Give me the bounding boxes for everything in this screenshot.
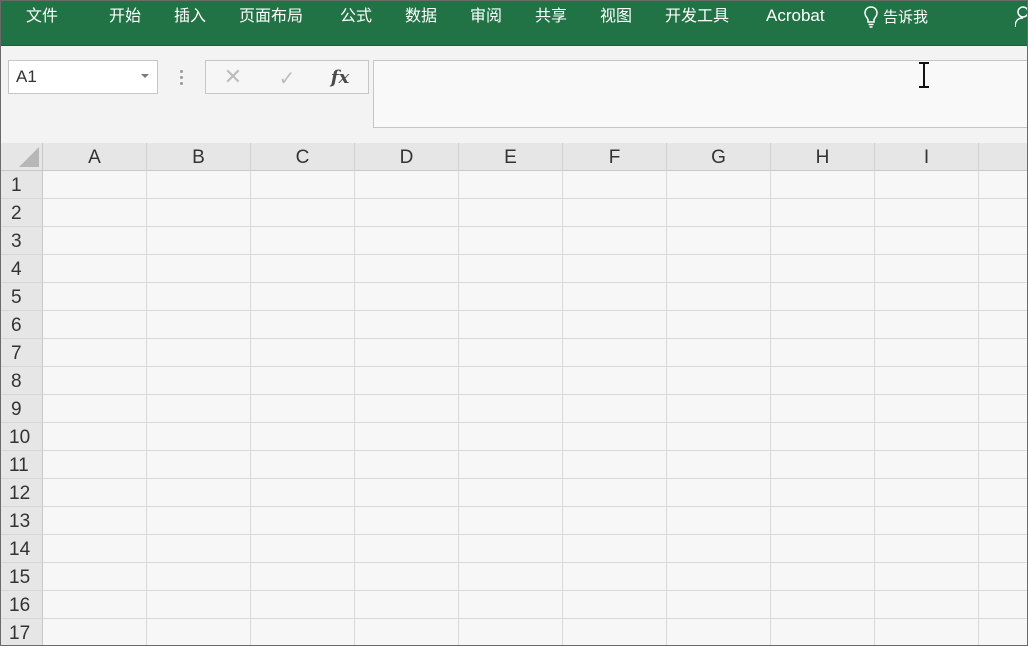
chevron-down-icon[interactable] [141, 74, 149, 78]
column-header-e[interactable]: E [459, 143, 563, 171]
ribbon-tab-bar: 文件 开始 插入 页面布局 公式 数据 审阅 共享 视图 开发工具 Acroba… [1, 1, 1027, 46]
row-header-5[interactable]: 5 [1, 283, 43, 311]
worksheet-grid: ABCDEFGHI 1 2 3 4 5 6 7 8 9 10 11 12 13 14 15 16 17 [1, 143, 1027, 645]
column-header-h[interactable]: H [771, 143, 875, 171]
row-header-17[interactable]: 17 [1, 619, 43, 645]
row-header-10[interactable]: 10 [1, 423, 43, 451]
row-header-9[interactable]: 9 [1, 395, 43, 423]
tab-page-layout[interactable]: 页面布局 [239, 4, 303, 28]
tab-insert[interactable]: 插入 [174, 4, 206, 28]
column-header-c[interactable]: C [251, 143, 355, 171]
row-header-14[interactable]: 14 [1, 535, 43, 563]
tab-review[interactable]: 审阅 [470, 4, 502, 28]
row-header-15[interactable]: 15 [1, 563, 43, 591]
row-header-3[interactable]: 3 [1, 227, 43, 255]
row-header-4[interactable]: 4 [1, 255, 43, 283]
row-header-8[interactable]: 8 [1, 367, 43, 395]
tab-home[interactable]: 开始 [109, 4, 141, 28]
formula-bar: A1 ✕ ✓ fx [1, 46, 1027, 143]
resize-grip-icon[interactable] [177, 70, 185, 86]
tell-me-label: 告诉我 [883, 8, 929, 26]
row-header-16[interactable]: 16 [1, 591, 43, 619]
select-all-button[interactable] [1, 143, 43, 171]
formula-buttons: ✕ ✓ fx [205, 60, 369, 94]
tell-me-search[interactable]: 告诉我 [863, 4, 928, 30]
tab-data[interactable]: 数据 [405, 4, 437, 28]
tab-share[interactable]: 共享 [535, 4, 567, 28]
column-header-f[interactable]: F [563, 143, 667, 171]
row-header-11[interactable]: 11 [1, 451, 43, 479]
lightbulb-icon [863, 5, 879, 29]
tab-formulas[interactable]: 公式 [340, 4, 372, 28]
row-header-6[interactable]: 6 [1, 311, 43, 339]
column-header-d[interactable]: D [355, 143, 459, 171]
name-box[interactable]: A1 [8, 60, 158, 94]
cancel-button[interactable]: ✕ [221, 66, 245, 90]
column-header-i[interactable]: I [875, 143, 979, 171]
tab-file[interactable]: 文件 [26, 4, 58, 28]
row-header-2[interactable]: 2 [1, 199, 43, 227]
cell-area[interactable] [43, 171, 1027, 645]
column-header-partial[interactable] [979, 143, 1027, 171]
row-header-1[interactable]: 1 [1, 171, 43, 199]
row-header-13[interactable]: 13 [1, 507, 43, 535]
enter-button[interactable]: ✓ [275, 66, 299, 90]
column-header-b[interactable]: B [147, 143, 251, 171]
column-header-a[interactable]: A [43, 143, 147, 171]
text-cursor-icon [917, 61, 931, 93]
insert-function-button[interactable]: fx [328, 66, 352, 90]
tab-view[interactable]: 视图 [600, 4, 632, 28]
row-header-12[interactable]: 12 [1, 479, 43, 507]
tab-acrobat[interactable]: Acrobat [766, 4, 825, 28]
column-header-g[interactable]: G [667, 143, 771, 171]
select-all-triangle-icon [19, 147, 39, 167]
row-header-7[interactable]: 7 [1, 339, 43, 367]
tab-developer[interactable]: 开发工具 [665, 4, 729, 28]
person-icon[interactable] [1014, 5, 1027, 31]
excel-window: 文件 开始 插入 页面布局 公式 数据 审阅 共享 视图 开发工具 Acroba… [0, 0, 1028, 646]
name-box-value: A1 [16, 67, 37, 86]
